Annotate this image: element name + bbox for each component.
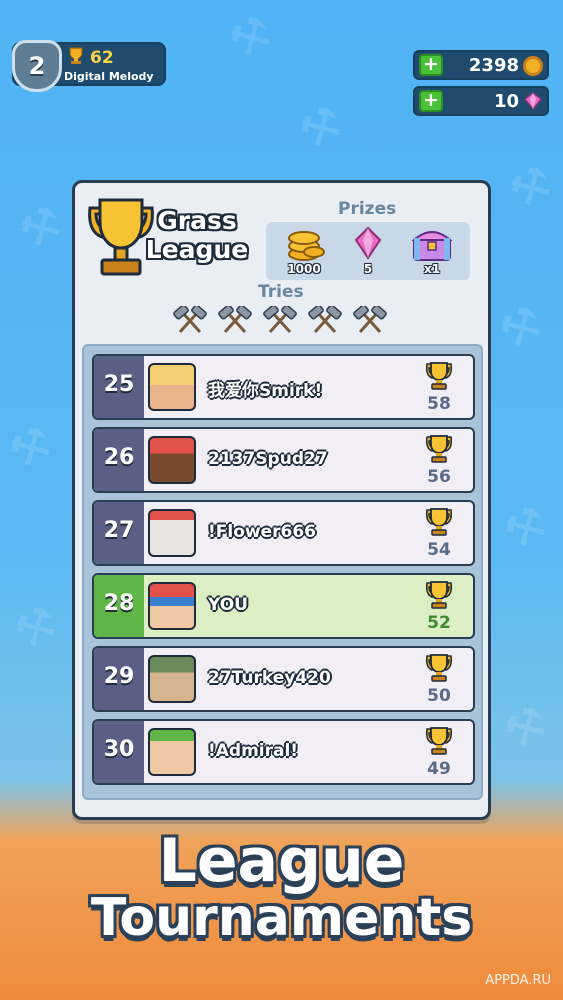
- trophy-icon: [425, 508, 453, 536]
- prize-gems: 5: [338, 222, 398, 280]
- crossed-hammers-icon: [263, 306, 297, 334]
- banner-line1: League: [158, 826, 405, 896]
- leaderboard-row[interactable]: 30 !Admiral! 49: [92, 719, 475, 785]
- rank-number: 27: [103, 518, 135, 543]
- trophy-icon: [425, 654, 453, 682]
- row-score: 50: [427, 686, 451, 706]
- player-name: 2137Spud27: [208, 449, 328, 469]
- gems-counter: + 10: [413, 86, 549, 116]
- chest-icon: [411, 231, 453, 261]
- prize-chest-value: x1: [423, 262, 441, 276]
- rank-box: 25: [94, 356, 144, 418]
- gem-icon: [524, 92, 542, 110]
- rank-box: 27: [94, 502, 144, 564]
- avatar: [148, 728, 196, 776]
- background-hammer-icon: ⚒: [289, 93, 352, 161]
- background-hammer-icon: ⚒: [489, 293, 552, 361]
- leaderboard-row[interactable]: 29 27Turkey420 50: [92, 646, 475, 712]
- add-coins-button[interactable]: +: [419, 54, 443, 76]
- avatar: [148, 363, 196, 411]
- tries-label: Tries: [258, 282, 304, 302]
- background-hammer-icon: ⚒: [494, 493, 557, 561]
- league-title-line2: League: [145, 235, 249, 264]
- coin-icon: [523, 56, 543, 76]
- prizes-box: 1000 5 x1: [266, 222, 470, 280]
- prize-coins-value: 1000: [287, 262, 321, 276]
- rank-box: 30: [94, 721, 144, 783]
- watermark: APPDA.RU: [485, 973, 551, 988]
- avatar: [148, 436, 196, 484]
- trophy-icon: [425, 581, 453, 609]
- player-name: !Admiral!: [208, 741, 299, 761]
- prizes-label: Prizes: [338, 199, 397, 219]
- rank-box: 29: [94, 648, 144, 710]
- rank-number: 26: [103, 445, 135, 470]
- tries-row: [172, 306, 388, 336]
- player-name: !Flower666: [208, 522, 316, 542]
- rank-box: 28: [94, 575, 144, 637]
- player-level: 2: [28, 52, 46, 80]
- background-hammer-icon: ⚒: [494, 693, 557, 761]
- trophy-icon: [425, 727, 453, 755]
- crossed-hammers-icon: [218, 306, 252, 334]
- prize-gems-value: 5: [363, 262, 373, 276]
- leaderboard-row[interactable]: 27 !Flower666 54: [92, 500, 475, 566]
- crossed-hammers-icon: [353, 306, 387, 334]
- coins-value: 2398: [468, 55, 519, 76]
- background-hammer-icon: ⚒: [9, 193, 72, 261]
- row-score: 52: [427, 613, 451, 633]
- background-hammer-icon: ⚒: [4, 593, 67, 661]
- gems-prize-icon: [354, 226, 382, 260]
- trophy-icon: [69, 47, 83, 64]
- gems-value: 10: [493, 91, 519, 112]
- background-hammer-icon: ⚒: [0, 413, 62, 481]
- player-name: Digital Melody: [64, 70, 154, 83]
- avatar: [148, 655, 196, 703]
- leaderboard-row[interactable]: 25 我爱你Smirk! 58: [92, 354, 475, 420]
- row-score: 56: [427, 467, 451, 487]
- rank-box: 26: [94, 429, 144, 491]
- prize-chest: x1: [402, 222, 462, 280]
- crossed-hammers-icon: [173, 306, 207, 334]
- leaderboard-row-me[interactable]: 28 YOU 52: [92, 573, 475, 639]
- row-score: 58: [427, 394, 451, 414]
- league-title: Grass League: [142, 206, 252, 264]
- avatar: [148, 509, 196, 557]
- leaderboard-row[interactable]: 26 2137Spud27 56: [92, 427, 475, 493]
- background-hammer-icon: ⚒: [499, 153, 562, 221]
- player-name: YOU: [208, 595, 248, 615]
- rank-number: 28: [103, 591, 135, 616]
- row-score: 54: [427, 540, 451, 560]
- avatar: [148, 582, 196, 630]
- rank-number: 30: [103, 737, 135, 762]
- trophy-icon: [425, 362, 453, 390]
- trophy-icon: [425, 435, 453, 463]
- crossed-hammers-icon: [308, 306, 342, 334]
- player-name: 27Turkey420: [208, 668, 331, 688]
- coins-counter: + 2398: [413, 50, 549, 80]
- prize-coins: 1000: [274, 222, 334, 280]
- player-trophy-count: 62: [90, 48, 114, 68]
- leaderboard-list[interactable]: 25 我爱你Smirk! 58 26 2137Spud27 56 27 !Flo…: [82, 344, 483, 800]
- coins-stack-icon: [288, 231, 325, 261]
- level-shield-icon: 2: [12, 40, 62, 92]
- rank-number: 29: [103, 664, 135, 689]
- background-hammer-icon: ⚒: [219, 3, 282, 71]
- row-score: 49: [427, 759, 451, 779]
- add-gems-button[interactable]: +: [419, 90, 443, 112]
- banner-line2: Tournaments: [90, 888, 473, 948]
- league-title-line1: Grass: [157, 206, 237, 235]
- player-name: 我爱你Smirk!: [208, 381, 323, 401]
- rank-number: 25: [103, 372, 135, 397]
